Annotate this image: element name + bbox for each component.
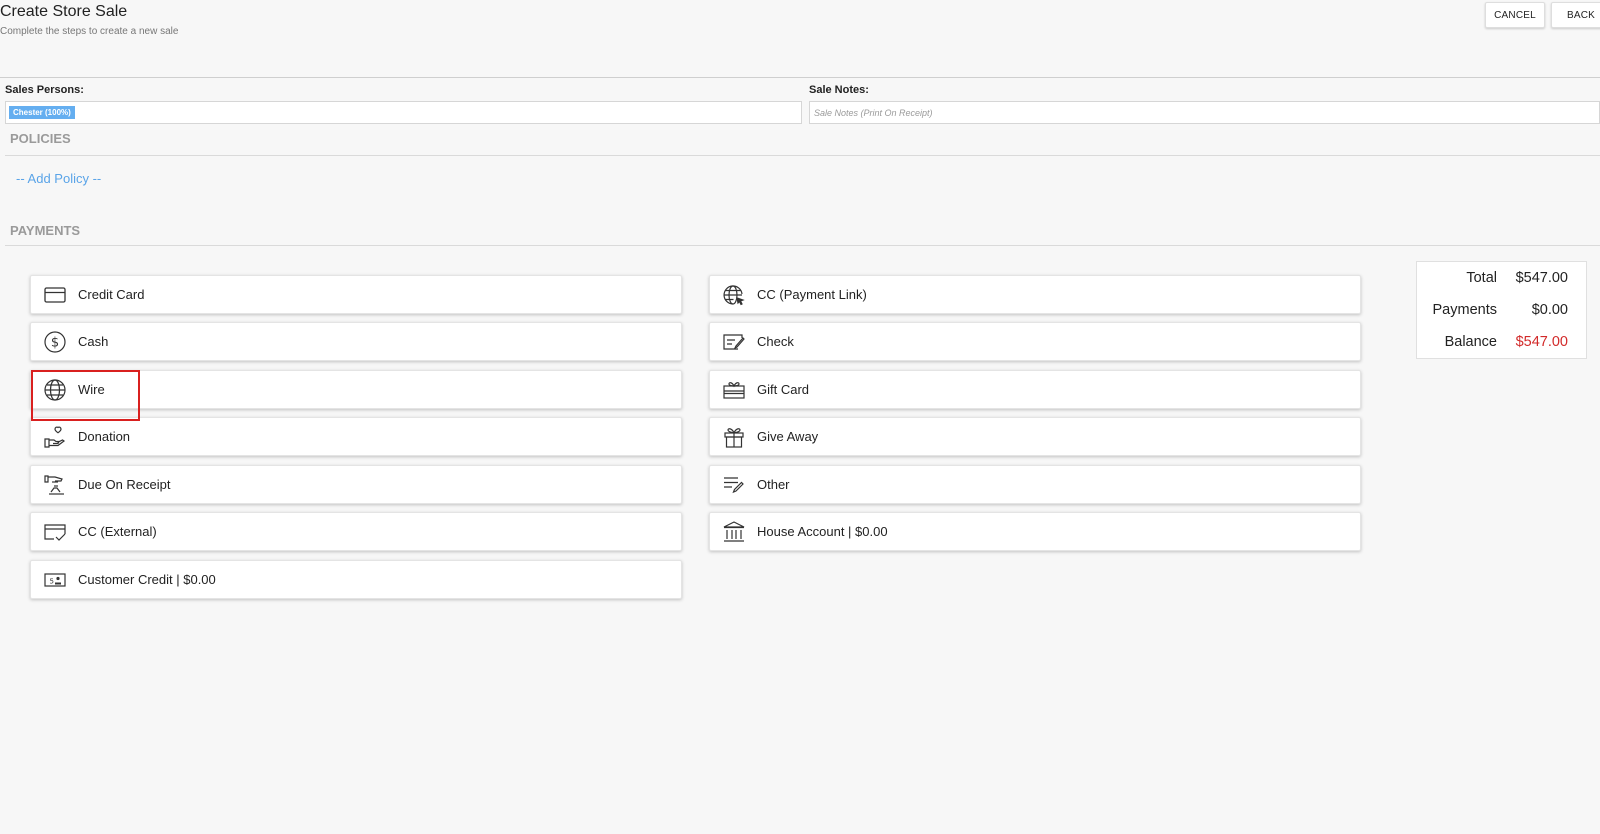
id-card-icon: 5: [43, 568, 67, 592]
payments-divider: [5, 245, 1600, 246]
payment-label: Gift Card: [757, 382, 810, 397]
summary-payments-label: Payments: [1432, 302, 1497, 318]
payment-label: Donation: [78, 429, 131, 444]
gift-card-icon: [722, 378, 746, 402]
payment-donation-button[interactable]: Donation: [30, 417, 682, 456]
globe-cursor-icon: [722, 283, 746, 307]
credit-card-icon: [43, 283, 67, 307]
payment-label: Wire: [78, 382, 105, 397]
summary-balance-label: Balance: [1444, 334, 1497, 350]
payment-house-account-button[interactable]: House Account | $0.00: [709, 512, 1361, 551]
sale-notes-input[interactable]: [809, 101, 1600, 124]
summary-payments-row: Payments $0.00: [1417, 302, 1588, 322]
sales-persons-label: Sales Persons:: [5, 84, 84, 96]
back-button[interactable]: BACK: [1551, 2, 1600, 28]
payment-cc-payment-link-button[interactable]: CC (Payment Link): [709, 275, 1361, 314]
payment-give-away-button[interactable]: Give Away: [709, 417, 1361, 456]
check-pen-icon: [722, 330, 746, 354]
svg-text:5: 5: [50, 577, 54, 585]
payments-heading: PAYMENTS: [10, 223, 81, 238]
sales-person-chip[interactable]: Chester (100%): [9, 106, 75, 119]
payment-label: Other: [757, 477, 790, 492]
summary-payments-value: $0.00: [1531, 302, 1568, 318]
policies-divider: [5, 155, 1600, 156]
hand-receipt-icon: [43, 473, 67, 497]
payment-summary: Total $547.00 Payments $0.00 Balance $54…: [1416, 261, 1587, 359]
payment-cash-button[interactable]: $ Cash: [30, 322, 682, 361]
list-pen-icon: [722, 473, 746, 497]
summary-total-label: Total: [1466, 270, 1497, 286]
summary-balance-row: Balance $547.00: [1417, 334, 1588, 354]
payment-due-on-receipt-button[interactable]: Due On Receipt: [30, 465, 682, 504]
dollar-coin-icon: $: [43, 330, 67, 354]
add-policy-link[interactable]: -- Add Policy --: [16, 171, 101, 186]
card-check-icon: [43, 520, 67, 544]
page-subtitle: Complete the steps to create a new sale: [0, 26, 179, 37]
page-header: Create Store Sale Complete the steps to …: [0, 0, 1600, 78]
payment-check-button[interactable]: Check: [709, 322, 1361, 361]
sales-persons-field[interactable]: Chester (100%): [5, 101, 802, 124]
bank-icon: [722, 520, 746, 544]
summary-total-row: Total $547.00: [1417, 270, 1588, 290]
payment-credit-card-button[interactable]: Credit Card: [30, 275, 682, 314]
payment-label: Due On Receipt: [78, 477, 171, 492]
policies-heading: POLICIES: [10, 131, 71, 146]
payment-label: Cash: [78, 334, 109, 349]
payment-other-button[interactable]: Other: [709, 465, 1361, 504]
payment-label: CC (Payment Link): [757, 287, 867, 302]
payment-label: Credit Card: [78, 287, 145, 302]
cancel-button[interactable]: CANCEL: [1485, 2, 1545, 28]
svg-text:$: $: [51, 335, 59, 350]
summary-total-value: $547.00: [1515, 270, 1568, 286]
payment-cc-external-button[interactable]: CC (External): [30, 512, 682, 551]
payment-wire-button[interactable]: Wire: [30, 370, 682, 409]
payment-customer-credit-button[interactable]: 5 Customer Credit | $0.00: [30, 560, 682, 599]
summary-balance-value: $547.00: [1515, 334, 1568, 350]
payment-label: Customer Credit | $0.00: [78, 572, 216, 587]
globe-icon: [43, 378, 67, 402]
page-title: Create Store Sale: [0, 3, 128, 20]
payment-label: House Account | $0.00: [757, 524, 888, 539]
payment-label: Check: [757, 334, 794, 349]
payment-label: CC (External): [78, 524, 157, 539]
payment-label: Give Away: [757, 429, 819, 444]
hand-heart-icon: [43, 425, 67, 449]
gift-box-icon: [722, 425, 746, 449]
sale-notes-label: Sale Notes:: [809, 84, 869, 96]
payment-gift-card-button[interactable]: Gift Card: [709, 370, 1361, 409]
